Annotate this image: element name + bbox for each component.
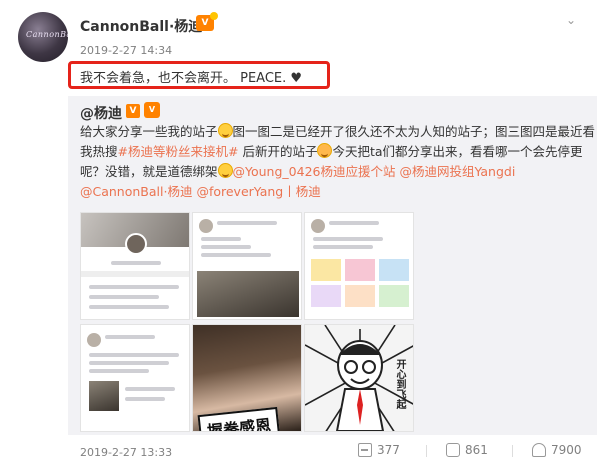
sticker-card bbox=[379, 259, 409, 281]
mention-link[interactable]: @foreverYang丨杨迪 bbox=[196, 184, 320, 199]
hashtag-link[interactable]: #杨迪等粉丝来接机# bbox=[118, 144, 239, 159]
placeholder-line bbox=[313, 245, 373, 249]
video-still bbox=[197, 271, 299, 317]
divider bbox=[426, 445, 427, 457]
author-name[interactable]: CannonBall·杨迪 bbox=[80, 16, 202, 36]
like-count: 7900 bbox=[551, 443, 582, 457]
grin-emoji-icon bbox=[217, 163, 233, 178]
sticker-card bbox=[311, 285, 341, 307]
post-timestamp[interactable]: 2019-2-27 14:34 bbox=[80, 44, 172, 57]
placeholder-line bbox=[217, 221, 277, 225]
repost-line-3: 呢？没错，就是道德绑架 @Young_0426杨迪应援个站 @杨迪网投组Yangd… bbox=[80, 163, 515, 181]
chevron-down-icon[interactable]: ⌄ bbox=[563, 14, 579, 26]
placeholder-line bbox=[329, 221, 379, 225]
vip-badge-icon: V bbox=[196, 12, 218, 31]
share-button[interactable]: 377 bbox=[358, 443, 400, 457]
mention-link[interactable]: @CannonBall·杨迪 bbox=[80, 184, 192, 199]
placeholder-line bbox=[201, 245, 251, 249]
sticker-card bbox=[379, 285, 409, 307]
comment-icon bbox=[446, 443, 460, 457]
sob-emoji-icon bbox=[317, 143, 333, 158]
comment-count: 861 bbox=[465, 443, 488, 457]
image-caption: 握拳感恩 bbox=[197, 406, 281, 431]
tab-bar bbox=[81, 271, 189, 277]
placeholder-line bbox=[201, 237, 241, 241]
placeholder-line bbox=[201, 253, 271, 257]
avatar[interactable]: CannonBall bbox=[18, 12, 68, 62]
grin-emoji-icon bbox=[217, 123, 233, 138]
comment-button[interactable]: 861 bbox=[446, 443, 488, 457]
profile-avatar bbox=[87, 333, 101, 347]
mini-photo bbox=[89, 381, 119, 411]
share-count: 377 bbox=[377, 443, 400, 457]
image-thumb-5[interactable]: 握拳感恩 bbox=[192, 324, 302, 432]
placeholder-line bbox=[89, 369, 149, 373]
image-caption: 开心到飞起 bbox=[394, 359, 405, 409]
repost-line-1: 给大家分享一些我的站子 图一图二是已经开了很久还不太为人知的站子；图三图四是最近看 bbox=[80, 123, 595, 141]
placeholder-line bbox=[89, 361, 169, 365]
like-button[interactable]: 7900 bbox=[532, 443, 582, 457]
placeholder-line bbox=[125, 397, 165, 401]
repost-line-4: @CannonBall·杨迪 @foreverYang丨杨迪 bbox=[80, 183, 321, 201]
placeholder-line bbox=[89, 295, 159, 299]
image-thumb-1[interactable] bbox=[80, 212, 190, 320]
profile-avatar bbox=[125, 233, 147, 255]
placeholder-line bbox=[125, 387, 175, 391]
image-thumb-4[interactable] bbox=[80, 324, 190, 432]
text-segment: 呢？没错，就是道德绑架 bbox=[80, 164, 218, 179]
weibo-post: CannonBall CannonBall·杨迪 V 2019-2-27 14:… bbox=[0, 0, 597, 469]
text-segment: 今天把ta们都分享出来，看看哪一个会先停更 bbox=[332, 144, 583, 159]
placeholder-line bbox=[111, 261, 161, 265]
mention-link[interactable]: @Young_0426杨迪应援个站 bbox=[233, 164, 396, 179]
sticker-card bbox=[311, 259, 341, 281]
placeholder-line bbox=[105, 335, 155, 339]
text-segment: 给大家分享一些我的站子 bbox=[80, 124, 218, 139]
image-thumb-2[interactable] bbox=[192, 212, 302, 320]
vip-badge-icon: V bbox=[144, 102, 160, 118]
placeholder-line bbox=[313, 237, 383, 241]
placeholder-line bbox=[89, 353, 179, 357]
placeholder-line bbox=[89, 285, 179, 289]
repost-author[interactable]: @杨迪 bbox=[80, 103, 122, 123]
verified-icon: V bbox=[126, 104, 140, 118]
action-bar: 377 861 7900 bbox=[68, 443, 597, 461]
image-thumb-3[interactable] bbox=[304, 212, 414, 320]
mention-link[interactable]: @杨迪网投组Yangdi bbox=[399, 164, 515, 179]
text-segment: 我热搜 bbox=[80, 144, 118, 159]
repost-block: @杨迪 V V 给大家分享一些我的站子 图一图二是已经开了很久还不太为人知的站子；… bbox=[68, 96, 597, 459]
text-segment: 图一图二是已经开了很久还不太为人知的站子；图三图四是最近看 bbox=[232, 124, 596, 139]
placeholder-line bbox=[89, 305, 169, 309]
profile-avatar bbox=[199, 219, 213, 233]
status-text: 我不会着急，也不会离开。 PEACE. ♥ bbox=[80, 71, 303, 86]
share-icon bbox=[358, 443, 372, 457]
avatar-signature: CannonBall bbox=[26, 30, 68, 39]
thumbs-up-icon bbox=[532, 443, 546, 457]
sticker-card bbox=[345, 285, 375, 307]
profile-avatar bbox=[311, 219, 325, 233]
sticker-card bbox=[345, 259, 375, 281]
image-thumb-6[interactable]: 开心到飞起 bbox=[304, 324, 414, 432]
text-segment: 后新开的站子 bbox=[238, 144, 318, 159]
divider bbox=[512, 445, 513, 457]
repost-line-2: 我热搜#杨迪等粉丝来接机# 后新开的站子 今天把ta们都分享出来，看看哪一个会先停… bbox=[80, 143, 583, 161]
